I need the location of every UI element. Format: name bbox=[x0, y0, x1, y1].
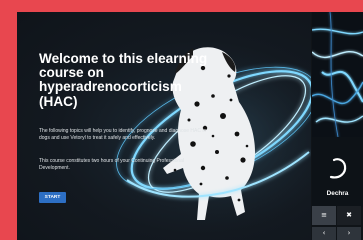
dechra-swirl-logo-icon bbox=[329, 158, 347, 179]
welcome-slide: Welcome to this elearning course on hype… bbox=[17, 12, 311, 240]
glow-streak-image bbox=[312, 12, 363, 137]
next-button[interactable]: › bbox=[337, 227, 361, 240]
start-button[interactable]: START bbox=[39, 192, 66, 203]
chevron-right-icon: › bbox=[347, 229, 351, 237]
close-icon: ✖ bbox=[346, 211, 352, 219]
page-title: Welcome to this elearning course on hype… bbox=[39, 51, 208, 109]
close-button[interactable]: ✖ bbox=[337, 206, 361, 225]
brand-name: Dechra bbox=[326, 190, 349, 197]
sidebar: Dechra ≡ ✖ ‹ › bbox=[311, 12, 363, 240]
chevron-left-icon: ‹ bbox=[322, 229, 326, 237]
menu-button[interactable]: ≡ bbox=[312, 206, 336, 225]
brand-panel: Dechra bbox=[312, 137, 363, 207]
previous-button[interactable]: ‹ bbox=[312, 227, 336, 240]
course-player: Welcome to this elearning course on hype… bbox=[17, 12, 363, 240]
dalmatian-hero-image bbox=[107, 45, 311, 235]
cpd-note: This course constitutes two hours of you… bbox=[39, 158, 185, 172]
intro-text: The following topics will help you to id… bbox=[39, 128, 207, 142]
sidebar-artwork bbox=[312, 12, 363, 137]
hamburger-menu-icon: ≡ bbox=[321, 211, 327, 219]
